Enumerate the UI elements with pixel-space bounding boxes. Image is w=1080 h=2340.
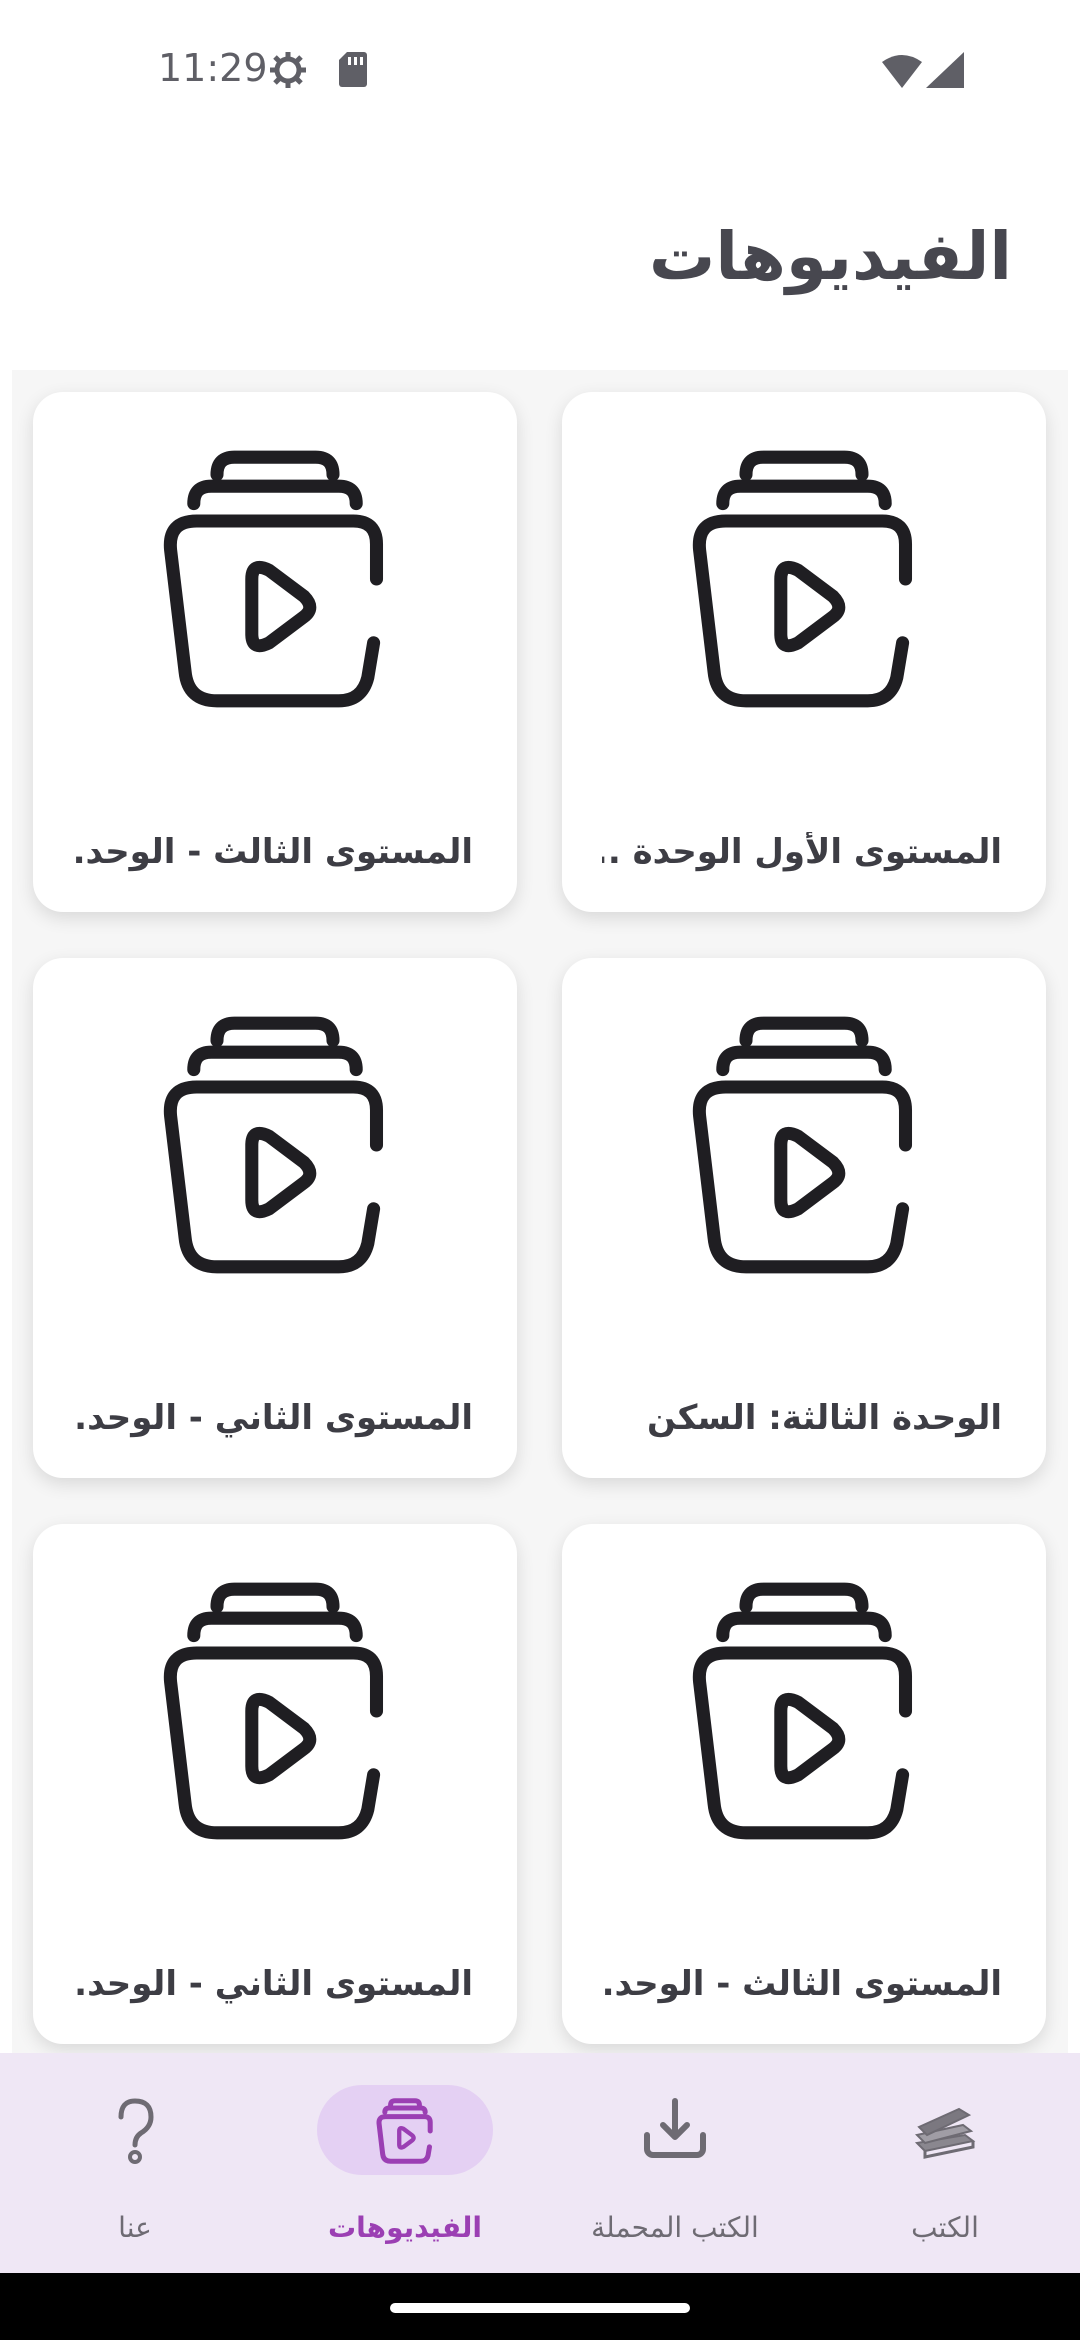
nav-label-videos: الفيديوهات bbox=[328, 2211, 482, 2244]
download-tray-icon bbox=[639, 2095, 711, 2167]
video-library-icon bbox=[130, 1566, 420, 1856]
video-card[interactable]: المستوى الثاني - الوحد... bbox=[33, 1524, 517, 2044]
video-library-icon bbox=[369, 2095, 441, 2167]
video-library-icon bbox=[659, 434, 949, 724]
video-library-icon bbox=[130, 434, 420, 724]
bottom-navigation: الكتب الكتب المحملة الفيديوهات عنا bbox=[0, 2053, 1080, 2273]
video-library-icon bbox=[659, 1566, 949, 1856]
video-card-title: المستوى الثالث - الوحد... bbox=[73, 832, 473, 872]
nav-item-downloaded-books[interactable]: الكتب المحملة bbox=[540, 2053, 810, 2273]
video-card[interactable]: الوحدة الثالثة: السكن bbox=[562, 958, 1046, 1478]
nav-label-books: الكتب bbox=[911, 2211, 979, 2244]
status-bar: 11:29 bbox=[0, 0, 1080, 140]
nav-item-videos[interactable]: الفيديوهات bbox=[270, 2053, 540, 2273]
video-library-icon bbox=[130, 1000, 420, 1290]
settings-gear-icon bbox=[268, 50, 308, 94]
video-card-title: المستوى الثاني - الوحد... bbox=[73, 1964, 473, 2004]
video-card[interactable]: المستوى الأول الوحدة ... bbox=[562, 392, 1046, 912]
nav-label-downloaded-books: الكتب المحملة bbox=[591, 2211, 759, 2244]
gesture-handle[interactable] bbox=[390, 2303, 690, 2313]
books-icon bbox=[909, 2095, 981, 2167]
video-card[interactable]: المستوى الثالث - الوحد... bbox=[562, 1524, 1046, 2044]
video-card-title: المستوى الأول الوحدة ... bbox=[602, 832, 1002, 872]
video-card-title: المستوى الثالث - الوحد... bbox=[602, 1964, 1002, 2004]
page-title: الفيديوهات bbox=[649, 218, 1012, 295]
video-card[interactable]: المستوى الثاني - الوحد... bbox=[33, 958, 517, 1478]
video-card[interactable]: المستوى الثالث - الوحد... bbox=[33, 392, 517, 912]
nav-label-about: عنا bbox=[118, 2211, 152, 2244]
video-card-title: المستوى الثاني - الوحد... bbox=[73, 1398, 473, 1438]
video-card-title: الوحدة الثالثة: السكن bbox=[647, 1398, 1002, 1438]
nav-item-about[interactable]: عنا bbox=[0, 2053, 270, 2273]
nav-item-books[interactable]: الكتب bbox=[810, 2053, 1080, 2273]
question-mark-icon bbox=[99, 2095, 171, 2167]
system-navigation-bar bbox=[0, 2273, 1080, 2340]
wifi-icon bbox=[882, 54, 922, 92]
video-library-icon bbox=[659, 1000, 949, 1290]
sd-card-icon bbox=[338, 50, 368, 92]
cellular-signal-icon bbox=[926, 52, 964, 92]
status-time: 11:29 bbox=[158, 46, 268, 90]
